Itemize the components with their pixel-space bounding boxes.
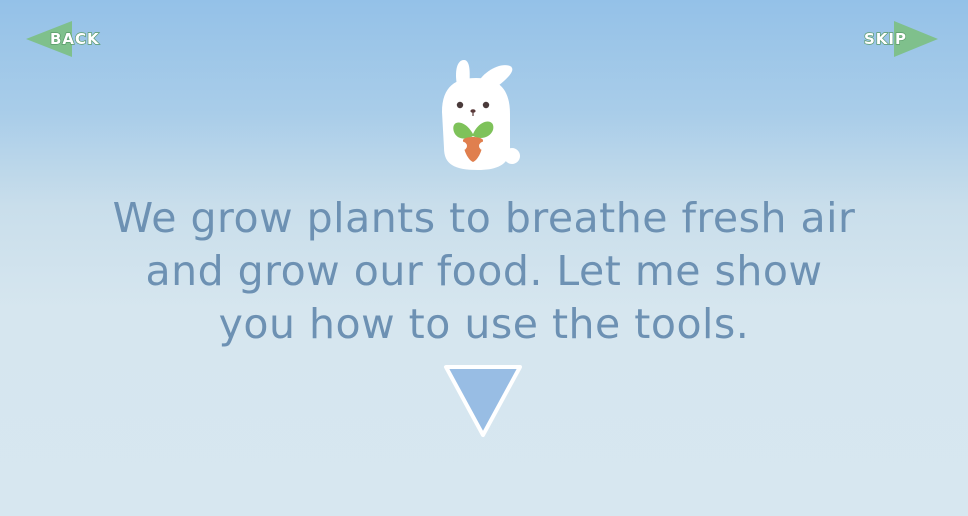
intro-message: We grow plants to breathe fresh air and …: [112, 194, 856, 348]
back-button[interactable]: BACK: [26, 20, 116, 58]
back-label: BACK: [49, 29, 100, 48]
bunny-mascot-icon: [442, 60, 520, 170]
down-triangle-arrow-icon: [444, 365, 522, 437]
skip-button[interactable]: SKIP: [858, 20, 940, 58]
next-button[interactable]: [441, 362, 525, 440]
skip-label: SKIP: [863, 29, 908, 48]
